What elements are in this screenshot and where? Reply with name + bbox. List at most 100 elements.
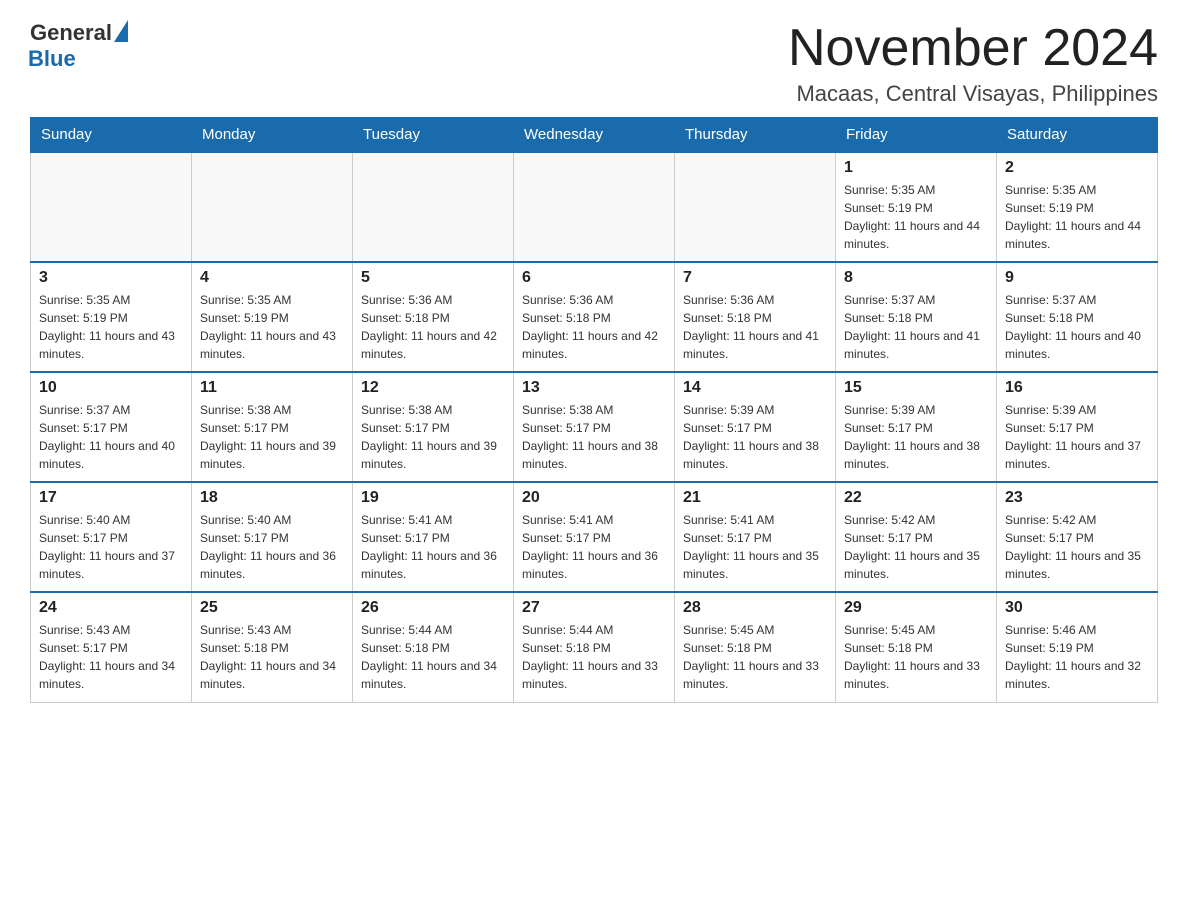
table-row: 23Sunrise: 5:42 AMSunset: 5:17 PMDayligh…	[997, 482, 1158, 592]
day-info: Sunrise: 5:35 AMSunset: 5:19 PMDaylight:…	[844, 181, 988, 253]
day-info: Sunrise: 5:35 AMSunset: 5:19 PMDaylight:…	[39, 291, 183, 363]
calendar-table: Sunday Monday Tuesday Wednesday Thursday…	[30, 117, 1158, 703]
day-number: 12	[361, 379, 505, 397]
table-row: 14 Sunrise: 5:39 AMSunset: 5:17 PMDayligh…	[675, 372, 836, 482]
day-number: 20	[522, 489, 666, 507]
table-row: 2 Sunrise: 5:35 AMSunset: 5:19 PMDaylight…	[997, 152, 1158, 262]
calendar-week-1: 1 Sunrise: 5:35 AMSunset: 5:19 PMDaylight…	[31, 152, 1158, 262]
table-row: 6 Sunrise: 5:36 AMSunset: 5:18 PMDaylight…	[514, 262, 675, 372]
day-info: Sunrise: 5:42 AMSunset: 5:17 PMDaylight:…	[844, 511, 988, 583]
day-number: 27	[522, 599, 666, 617]
day-number: 22	[844, 489, 988, 507]
title-area: November 2024 Macaas, Central Visayas, P…	[788, 20, 1158, 107]
day-number: 13	[522, 379, 666, 397]
day-info: Sunrise: 5:37 AMSunset: 5:17 PMDaylight:…	[39, 401, 183, 473]
col-thursday: Thursday	[675, 118, 836, 153]
calendar-week-4: 17 Sunrise: 5:40 AMSunset: 5:17 PMDayligh…	[31, 482, 1158, 592]
month-title: November 2024	[788, 20, 1158, 77]
day-info: Sunrise: 5:39 AMSunset: 5:17 PMDaylight:…	[683, 401, 827, 473]
day-info: Sunrise: 5:44 AMSunset: 5:18 PMDaylight:…	[361, 621, 505, 693]
col-friday: Friday	[836, 118, 997, 153]
day-info: Sunrise: 5:45 AMSunset: 5:18 PMDaylight:…	[844, 621, 988, 693]
table-row	[514, 152, 675, 262]
day-number: 15	[844, 379, 988, 397]
day-info: Sunrise: 5:44 AMSunset: 5:18 PMDaylight:…	[522, 621, 666, 693]
day-number: 17	[39, 489, 183, 507]
day-info: Sunrise: 5:39 AMSunset: 5:17 PMDaylight:…	[844, 401, 988, 473]
day-number: 11	[200, 379, 344, 397]
day-number: 1	[844, 159, 988, 177]
table-row: 4 Sunrise: 5:35 AMSunset: 5:19 PMDaylight…	[192, 262, 353, 372]
day-number: 6	[522, 269, 666, 287]
table-row: 16Sunrise: 5:39 AMSunset: 5:17 PMDayligh…	[997, 372, 1158, 482]
day-number: 26	[361, 599, 505, 617]
day-info: Sunrise: 5:35 AMSunset: 5:19 PMDaylight:…	[1005, 181, 1149, 253]
day-info: Sunrise: 5:43 AMSunset: 5:17 PMDaylight:…	[39, 621, 183, 693]
col-saturday: Saturday	[997, 118, 1158, 153]
day-number: 9	[1005, 269, 1149, 287]
table-row: 27 Sunrise: 5:44 AMSunset: 5:18 PMDayligh…	[514, 592, 675, 702]
table-row: 1 Sunrise: 5:35 AMSunset: 5:19 PMDaylight…	[836, 152, 997, 262]
table-row: 19Sunrise: 5:41 AMSunset: 5:17 PMDayligh…	[353, 482, 514, 592]
day-number: 19	[361, 489, 505, 507]
table-row: 7 Sunrise: 5:36 AMSunset: 5:18 PMDaylight…	[675, 262, 836, 372]
table-row: 13 Sunrise: 5:38 AMSunset: 5:17 PMDayligh…	[514, 372, 675, 482]
day-number: 4	[200, 269, 344, 287]
table-row: 18 Sunrise: 5:40 AMSunset: 5:17 PMDayligh…	[192, 482, 353, 592]
day-number: 25	[200, 599, 344, 617]
day-number: 2	[1005, 159, 1149, 177]
table-row: 20Sunrise: 5:41 AMSunset: 5:17 PMDayligh…	[514, 482, 675, 592]
table-row: 17 Sunrise: 5:40 AMSunset: 5:17 PMDayligh…	[31, 482, 192, 592]
table-row: 11 Sunrise: 5:38 AMSunset: 5:17 PMDayligh…	[192, 372, 353, 482]
table-row: 28Sunrise: 5:45 AMSunset: 5:18 PMDayligh…	[675, 592, 836, 702]
day-number: 23	[1005, 489, 1149, 507]
day-info: Sunrise: 5:40 AMSunset: 5:17 PMDaylight:…	[39, 511, 183, 583]
day-info: Sunrise: 5:37 AMSunset: 5:18 PMDaylight:…	[1005, 291, 1149, 363]
day-info: Sunrise: 5:38 AMSunset: 5:17 PMDaylight:…	[522, 401, 666, 473]
table-row	[31, 152, 192, 262]
table-row: 9 Sunrise: 5:37 AMSunset: 5:18 PMDaylight…	[997, 262, 1158, 372]
table-row: 10 Sunrise: 5:37 AMSunset: 5:17 PMDayligh…	[31, 372, 192, 482]
day-info: Sunrise: 5:46 AMSunset: 5:19 PMDaylight:…	[1005, 621, 1149, 693]
table-row: 22 Sunrise: 5:42 AMSunset: 5:17 PMDayligh…	[836, 482, 997, 592]
day-info: Sunrise: 5:37 AMSunset: 5:18 PMDaylight:…	[844, 291, 988, 363]
day-info: Sunrise: 5:39 AMSunset: 5:17 PMDaylight:…	[1005, 401, 1149, 473]
day-info: Sunrise: 5:40 AMSunset: 5:17 PMDaylight:…	[200, 511, 344, 583]
day-info: Sunrise: 5:36 AMSunset: 5:18 PMDaylight:…	[361, 291, 505, 363]
day-number: 10	[39, 379, 183, 397]
table-row: 26 Sunrise: 5:44 AMSunset: 5:18 PMDayligh…	[353, 592, 514, 702]
day-number: 28	[683, 599, 827, 617]
day-info: Sunrise: 5:35 AMSunset: 5:19 PMDaylight:…	[200, 291, 344, 363]
day-number: 7	[683, 269, 827, 287]
table-row	[192, 152, 353, 262]
table-row: 15 Sunrise: 5:39 AMSunset: 5:17 PMDayligh…	[836, 372, 997, 482]
page-header: General Blue November 2024 Macaas, Centr…	[30, 20, 1158, 107]
calendar-week-3: 10 Sunrise: 5:37 AMSunset: 5:17 PMDayligh…	[31, 372, 1158, 482]
day-number: 30	[1005, 599, 1149, 617]
table-row: 29Sunrise: 5:45 AMSunset: 5:18 PMDayligh…	[836, 592, 997, 702]
logo-triangle-icon	[114, 20, 128, 42]
col-sunday: Sunday	[31, 118, 192, 153]
calendar-week-2: 3Sunrise: 5:35 AMSunset: 5:19 PMDaylight…	[31, 262, 1158, 372]
day-info: Sunrise: 5:41 AMSunset: 5:17 PMDaylight:…	[683, 511, 827, 583]
col-wednesday: Wednesday	[514, 118, 675, 153]
table-row	[675, 152, 836, 262]
calendar-week-5: 24Sunrise: 5:43 AMSunset: 5:17 PMDayligh…	[31, 592, 1158, 702]
table-row: 24Sunrise: 5:43 AMSunset: 5:17 PMDayligh…	[31, 592, 192, 702]
day-info: Sunrise: 5:38 AMSunset: 5:17 PMDaylight:…	[361, 401, 505, 473]
table-row: 21Sunrise: 5:41 AMSunset: 5:17 PMDayligh…	[675, 482, 836, 592]
col-monday: Monday	[192, 118, 353, 153]
location-subtitle: Macaas, Central Visayas, Philippines	[788, 81, 1158, 107]
day-number: 14	[683, 379, 827, 397]
table-row: 3Sunrise: 5:35 AMSunset: 5:19 PMDaylight…	[31, 262, 192, 372]
day-info: Sunrise: 5:36 AMSunset: 5:18 PMDaylight:…	[522, 291, 666, 363]
day-number: 18	[200, 489, 344, 507]
day-info: Sunrise: 5:38 AMSunset: 5:17 PMDaylight:…	[200, 401, 344, 473]
day-info: Sunrise: 5:36 AMSunset: 5:18 PMDaylight:…	[683, 291, 827, 363]
day-info: Sunrise: 5:43 AMSunset: 5:18 PMDaylight:…	[200, 621, 344, 693]
day-number: 5	[361, 269, 505, 287]
table-row: 30 Sunrise: 5:46 AMSunset: 5:19 PMDayligh…	[997, 592, 1158, 702]
day-number: 8	[844, 269, 988, 287]
logo: General Blue	[30, 20, 128, 72]
table-row: 8 Sunrise: 5:37 AMSunset: 5:18 PMDaylight…	[836, 262, 997, 372]
